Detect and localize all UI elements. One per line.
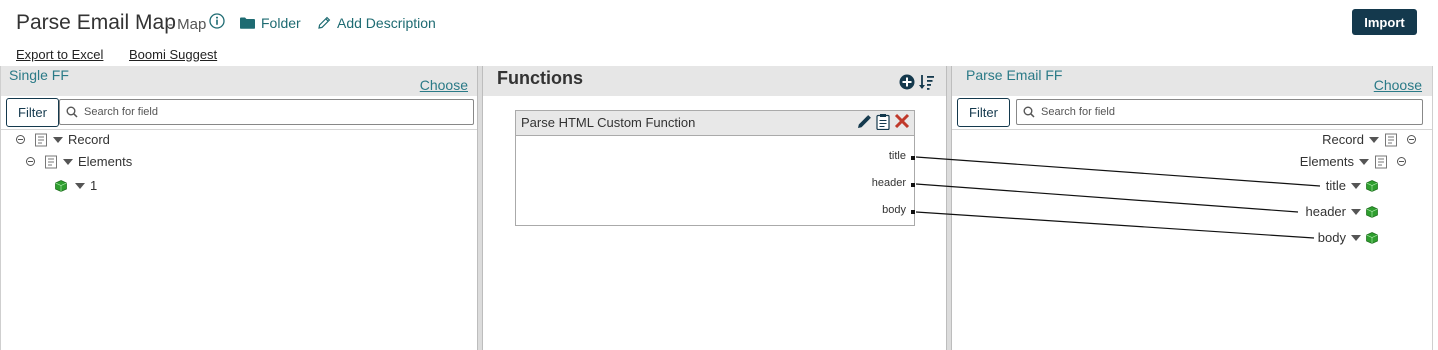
destination-field-title-label: title: [1325, 178, 1346, 193]
import-button[interactable]: Import: [1352, 9, 1417, 35]
page-subtitle: - Map: [168, 16, 207, 33]
caret-down-icon[interactable]: [75, 182, 85, 189]
destination-panel-header: Parse Email FF Choose: [952, 66, 1432, 96]
edit-pencil-icon[interactable]: [856, 114, 872, 130]
destination-field-body-label: body: [1317, 230, 1346, 245]
destination-elements-label: Elements: [1299, 154, 1354, 169]
output-connector[interactable]: [911, 156, 915, 160]
export-to-excel-link[interactable]: Export to Excel: [16, 47, 103, 62]
functions-title: Functions: [497, 68, 583, 88]
search-icon: [1023, 106, 1035, 118]
element-cube-icon: [1366, 205, 1378, 218]
sort-icon[interactable]: [919, 74, 935, 90]
collapse-icon[interactable]: [1397, 157, 1406, 166]
document-icon: [35, 133, 47, 146]
source-panel-header: Single FF Choose: [1, 66, 478, 96]
document-icon: [1375, 155, 1387, 168]
function-output-header: header: [871, 177, 906, 189]
document-icon: [45, 155, 57, 168]
destination-record-label: Record: [1322, 132, 1364, 147]
destination-search-input[interactable]: [1039, 105, 1408, 119]
element-cube-icon: [1366, 179, 1378, 192]
destination-filter-button[interactable]: Filter: [957, 98, 1010, 127]
document-icon: [1385, 133, 1397, 146]
functions-panel-header: Functions: [483, 66, 946, 96]
source-elements-label: Elements: [78, 154, 133, 169]
element-cube-icon: [1366, 231, 1378, 244]
source-filter-button[interactable]: Filter: [6, 98, 59, 127]
caret-down-icon[interactable]: [1369, 136, 1379, 143]
caret-down-icon[interactable]: [1351, 182, 1361, 189]
function-output-title: title: [888, 150, 906, 162]
pencil-icon: [318, 16, 331, 29]
destination-field-header-label: header: [1305, 204, 1346, 219]
boomi-suggest-link[interactable]: Boomi Suggest: [129, 47, 217, 62]
add-description-label: Add Description: [337, 15, 436, 31]
destination-tree-elements[interactable]: Elements: [1300, 154, 1406, 169]
destination-tree-field-header[interactable]: header: [1306, 204, 1378, 219]
delete-x-icon[interactable]: [894, 113, 910, 129]
function-block-header: Parse HTML Custom Function: [516, 111, 914, 136]
destination-profile-panel: Parse Email FF Choose Filter Record Elem…: [952, 66, 1433, 350]
source-field-1-label: 1: [90, 178, 98, 193]
function-name: Parse HTML Custom Function: [521, 115, 696, 130]
folder-label: Folder: [261, 15, 301, 31]
page-title: Parse Email Map: [16, 11, 176, 34]
source-search-box[interactable]: [59, 99, 474, 125]
folder-icon: [240, 17, 255, 29]
destination-tree-record[interactable]: Record: [1322, 132, 1416, 147]
folder-link[interactable]: Folder: [240, 15, 301, 31]
caret-down-icon[interactable]: [53, 136, 63, 143]
destination-profile-title: Parse Email FF: [966, 67, 1063, 83]
function-output-body: body: [882, 204, 906, 216]
source-search-input[interactable]: [82, 105, 458, 119]
source-choose-link[interactable]: Choose: [420, 77, 468, 93]
source-profile-panel: Single FF Choose Filter Record Elements …: [0, 66, 478, 350]
info-icon[interactable]: [209, 13, 225, 29]
destination-search-box[interactable]: [1016, 99, 1423, 125]
source-tree-field-1[interactable]: 1: [55, 178, 97, 193]
caret-down-icon[interactable]: [1359, 158, 1369, 165]
collapse-icon[interactable]: [1407, 135, 1416, 144]
divider: [1, 129, 478, 130]
function-block[interactable]: Parse HTML Custom Function title header …: [515, 110, 915, 226]
caret-down-icon[interactable]: [1351, 234, 1361, 241]
search-icon: [66, 106, 78, 118]
caret-down-icon[interactable]: [1351, 208, 1361, 215]
add-description-link[interactable]: Add Description: [317, 15, 436, 31]
add-function-icon[interactable]: [899, 74, 915, 90]
source-profile-title: Single FF: [9, 67, 69, 83]
destination-tree-field-title[interactable]: title: [1326, 178, 1378, 193]
output-connector[interactable]: [911, 210, 915, 214]
source-tree-elements[interactable]: Elements: [26, 154, 132, 169]
destination-choose-link[interactable]: Choose: [1374, 77, 1422, 93]
source-tree-record[interactable]: Record: [16, 132, 110, 147]
output-connector[interactable]: [911, 183, 915, 187]
source-record-label: Record: [68, 132, 110, 147]
element-cube-icon: [55, 179, 67, 192]
collapse-icon[interactable]: [26, 157, 35, 166]
collapse-icon[interactable]: [16, 135, 25, 144]
functions-panel: Functions Parse HTML Custom Function tit…: [483, 66, 946, 350]
destination-tree-field-body[interactable]: body: [1318, 230, 1378, 245]
caret-down-icon[interactable]: [63, 158, 73, 165]
divider: [952, 129, 1432, 130]
clipboard-icon[interactable]: [876, 113, 890, 130]
